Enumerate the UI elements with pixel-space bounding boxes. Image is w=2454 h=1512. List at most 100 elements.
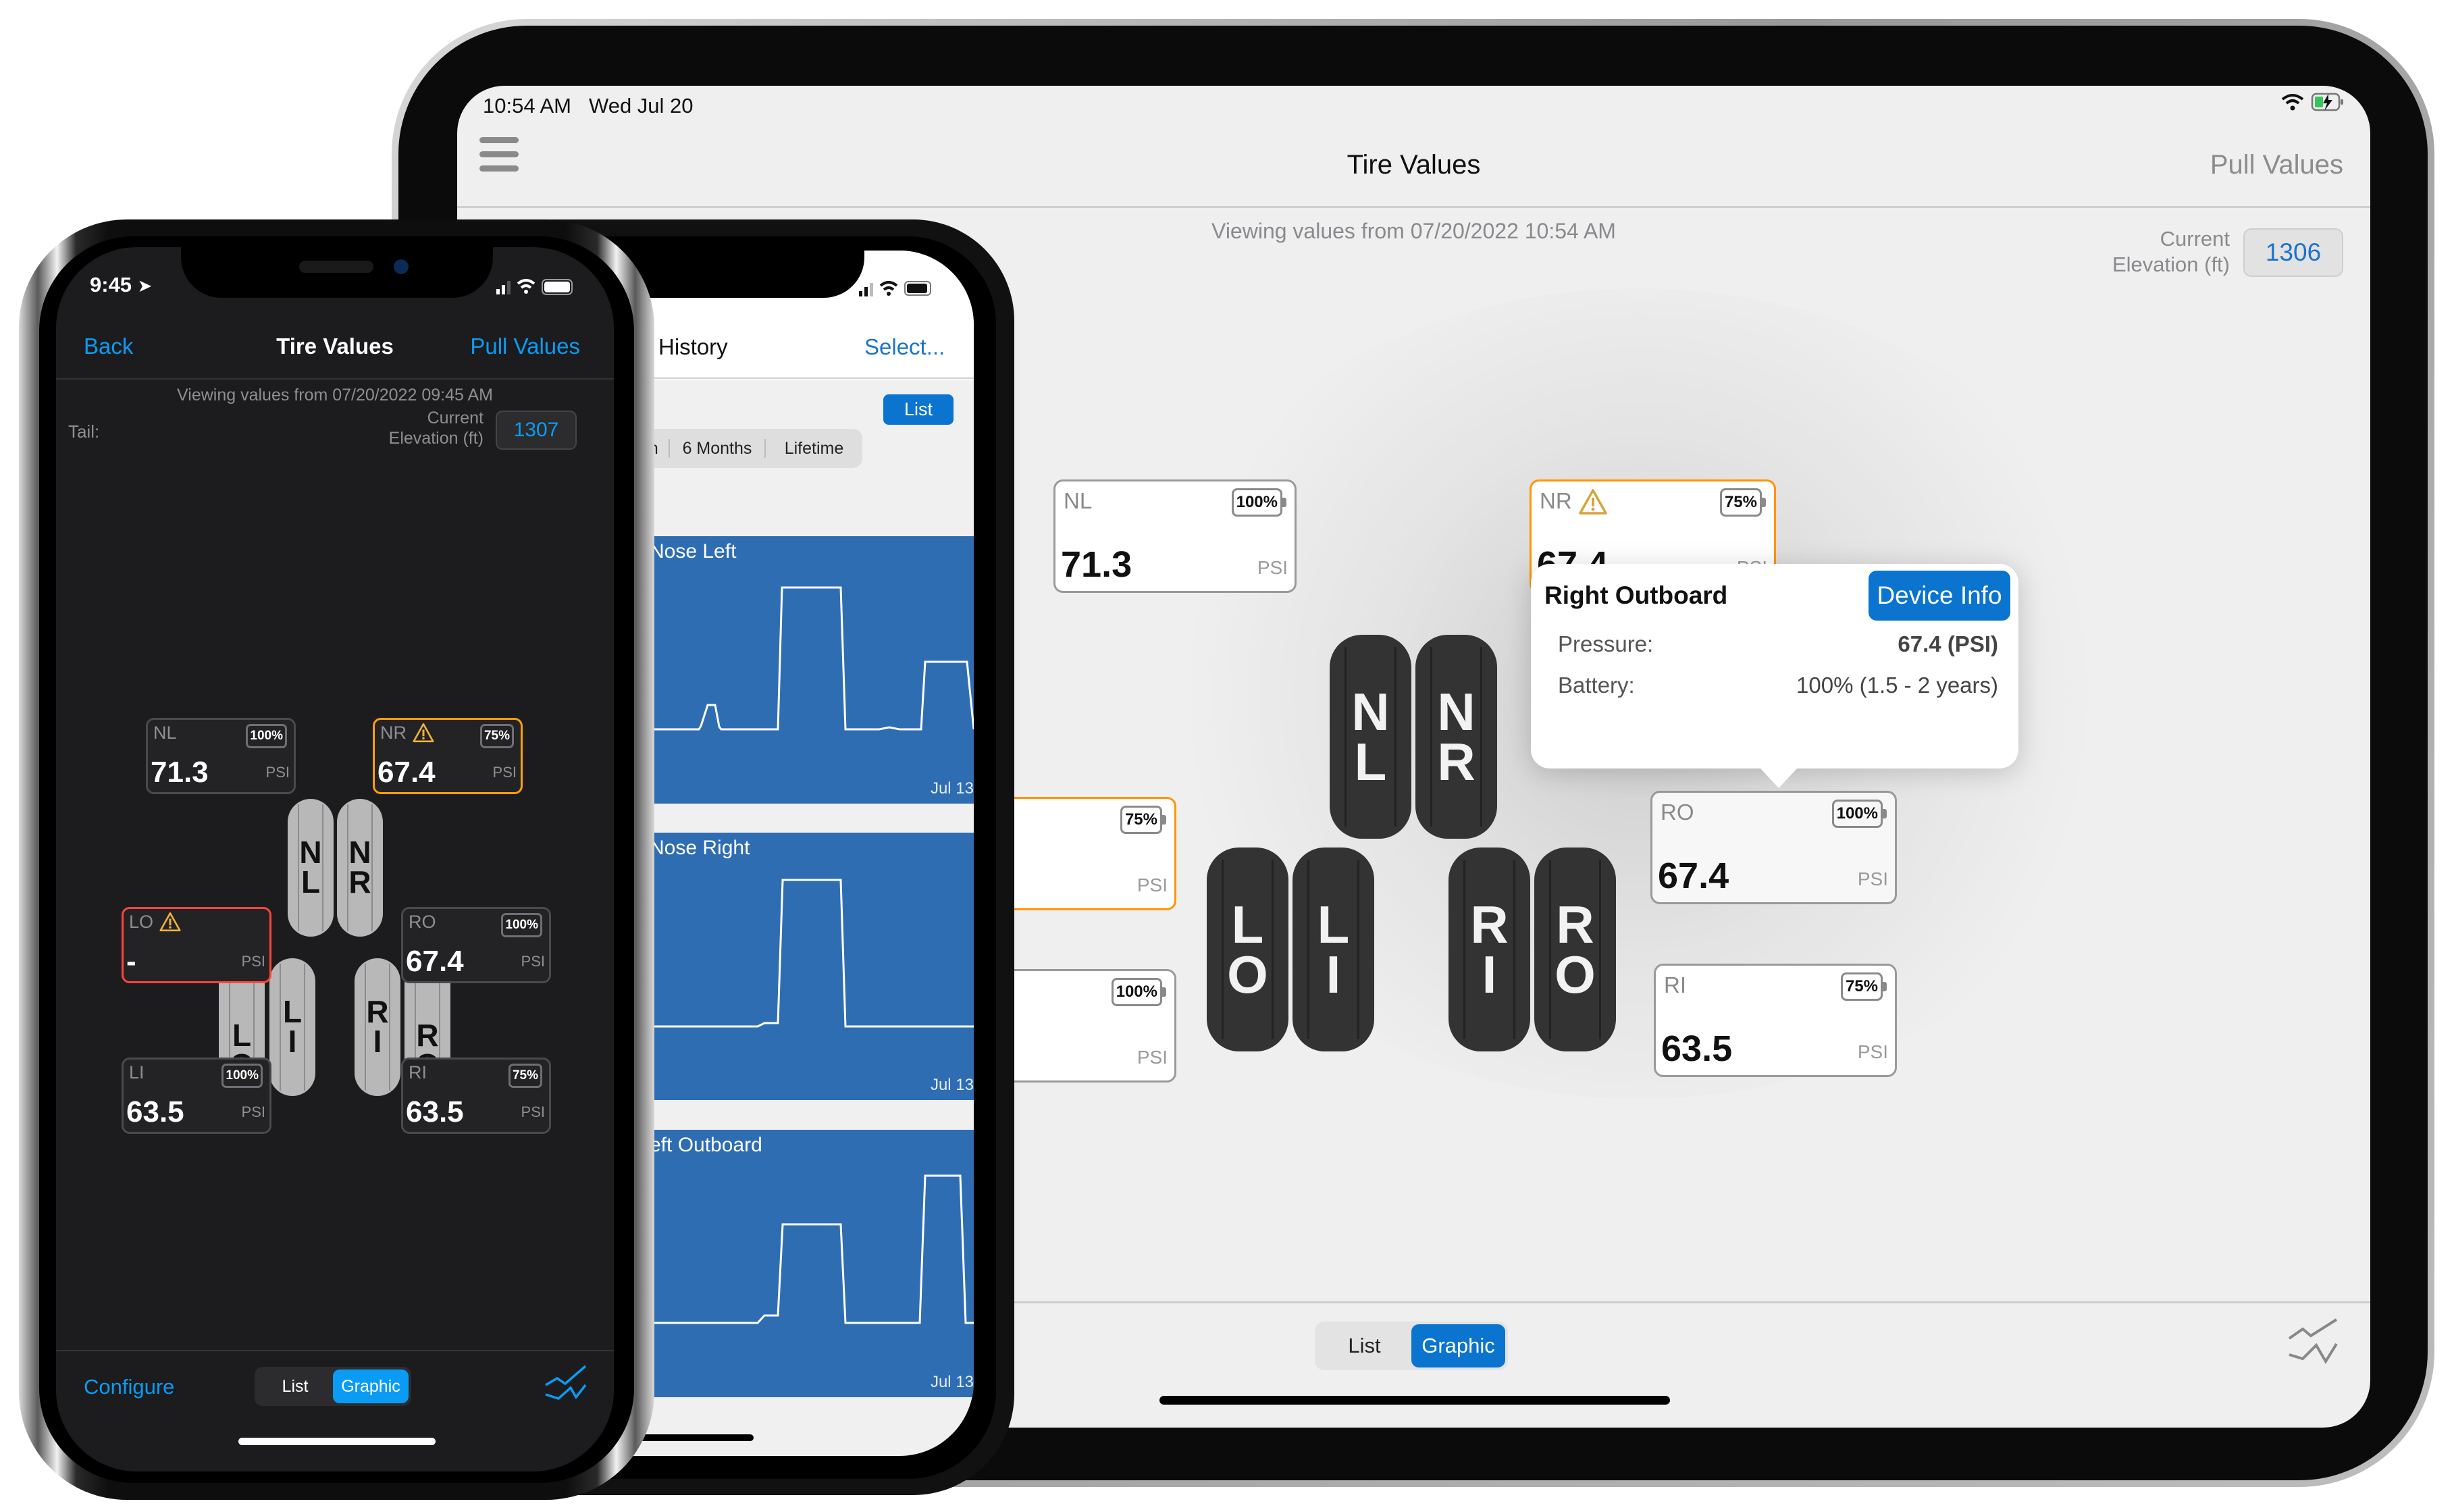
pressure-label: Pressure: [1558,631,1654,656]
tire-card-ri[interactable]: RI 75% 63.5 PSI [401,1058,551,1134]
pull-values-button[interactable]: Pull Values [2210,150,2343,180]
chart-panel-nose-right[interactable]: Nose Right Jul 13 [650,833,974,1100]
range-lifetime[interactable]: Lifetime [766,439,862,459]
tire-ri[interactable]: RI [1448,848,1530,1051]
view-mode-segmented[interactable]: List Graphic [255,1367,411,1406]
pressure-value: 67.4 [406,945,464,978]
status-icons [859,281,931,296]
location-arrow-icon: ➤ [137,276,153,296]
pull-values-button[interactable]: Pull Values [470,334,580,359]
pressure-value: - [126,945,136,978]
pressure-value: 67.4 [1658,856,1729,896]
tire-card-lo[interactable]: LO - PSI [122,907,271,983]
history-line [650,1174,974,1324]
card-position: RI [1664,972,1686,997]
battery-label: Battery: [1558,673,1635,698]
segment-list[interactable]: List [1317,1324,1411,1367]
card-position: RO [409,912,436,932]
view-mode-segmented[interactable]: List Graphic [1315,1322,1508,1370]
history-title: History [658,334,728,359]
status-time: 10:54 AM [483,94,571,118]
pressure-value: 67.4 (PSI) [1898,631,1998,656]
elevation-input[interactable]: 1307 [496,411,577,450]
tire-card-ro[interactable]: RO 100% 67.4 PSI [401,907,551,983]
tire-nl[interactable]: NL [1330,635,1411,839]
history-line [650,586,974,731]
tire-nl[interactable]: NL [288,799,334,937]
range-6-months[interactable]: 6 Months [670,439,764,459]
toolbar-divider [56,1350,614,1351]
battery-badge: 100% [1111,978,1167,1006]
tire-card-li[interactable]: LI 100% 63.5 PSI [122,1058,271,1134]
card-position: NL [153,723,177,743]
wifi-icon [2281,94,2304,111]
card-position: NR [380,723,407,743]
pressure-unit: PSI [1137,1047,1168,1068]
segment-list[interactable]: List [257,1370,333,1403]
card-position: RO [1661,800,1694,825]
device-info-button[interactable]: Device Info [1869,571,2010,621]
tire-nr[interactable]: NR [1415,635,1497,839]
warning-icon [1579,489,1607,515]
elevation-label: Current Elevation (ft) [388,409,484,448]
popover-arrow [1760,768,1798,788]
segment-graphic[interactable]: Graphic [1411,1324,1505,1367]
warning-icon [159,912,181,932]
camera [394,259,409,274]
pressure-value: 63.5 [126,1095,184,1128]
page-title: Tire Values [1347,150,1481,180]
warning-icon [412,723,434,743]
pressure-unit: PSI [1857,1041,1888,1062]
tire-card-ro[interactable]: RO 100% 67.4 PSI [1650,791,1897,904]
card-position: RI [409,1062,427,1083]
battery-badge: 75% [508,1064,542,1088]
chart-lines-icon[interactable] [544,1365,588,1405]
battery-badge: 75% [479,724,514,748]
chart-date: Jul 13 [930,779,974,798]
viewing-values-text: Viewing values from 07/20/2022 09:45 AM [177,386,493,405]
battery-badge: 100% [1231,488,1287,517]
chart-panel-nose-left[interactable]: Nose Left Jul 13 [650,536,974,804]
card-position: LI [129,1062,145,1083]
battery-badge: 75% [1719,488,1767,517]
battery-charging-icon [2311,93,2343,111]
tire-card-nl[interactable]: NL 100% 71.3 PSI [1053,479,1297,593]
card-position: NL [1064,488,1093,513]
battery-badge: 75% [1120,806,1167,834]
pressure-value: 63.5 [1661,1028,1733,1069]
status-time: 9:45 ➤ [90,273,153,296]
chart-lines-icon[interactable] [2287,1318,2341,1365]
select-button[interactable]: Select... [864,334,945,360]
pressure-value: 71.3 [151,756,209,789]
tire-ri[interactable]: RI [355,958,400,1096]
battery-badge: 100% [246,724,287,748]
dark-phone-screen: 9:45 ➤ Back Tire Values Pull Values View… [56,247,614,1471]
chart-panel-left-outboard[interactable]: eft Outboard Jul 13 [650,1130,974,1397]
history-line [650,879,974,1028]
home-indicator [1159,1396,1670,1405]
chart-date: Jul 13 [930,1076,974,1094]
pressure-unit: PSI [1137,875,1168,895]
tire-card-nr[interactable]: NR 75% 67.4 PSI [373,718,523,794]
pressure-unit: PSI [521,953,545,970]
battery-badge: 100% [501,913,542,937]
elevation-label: Current Elevation (ft) [2112,227,2230,276]
battery-badge: 100% [1831,800,1887,828]
battery-value: 100% (1.5 - 2 years) [1796,673,1998,698]
tire-nr[interactable]: NR [337,799,383,937]
range-segmented[interactable]: nth 6 Months Lifetime [621,429,862,468]
tire-card-ri[interactable]: RI 75% 63.5 PSI [1654,964,1897,1077]
tire-li[interactable]: LI [269,958,315,1096]
tire-ro[interactable]: RO [1534,848,1616,1051]
pressure-unit: PSI [521,1103,545,1120]
status-date: Wed Jul 20 [589,94,694,118]
elevation-input[interactable]: 1306 [2243,228,2343,277]
tire-li[interactable]: LI [1293,848,1374,1051]
list-button[interactable]: List [883,394,954,425]
pressure-unit: PSI [265,764,290,781]
tire-lo[interactable]: LO [1207,848,1288,1051]
segment-graphic[interactable]: Graphic [333,1370,409,1403]
configure-button[interactable]: Configure [84,1375,174,1399]
battery-badge: 75% [1840,972,1887,1001]
tire-card-nl[interactable]: NL 100% 71.3 PSI [146,718,296,794]
